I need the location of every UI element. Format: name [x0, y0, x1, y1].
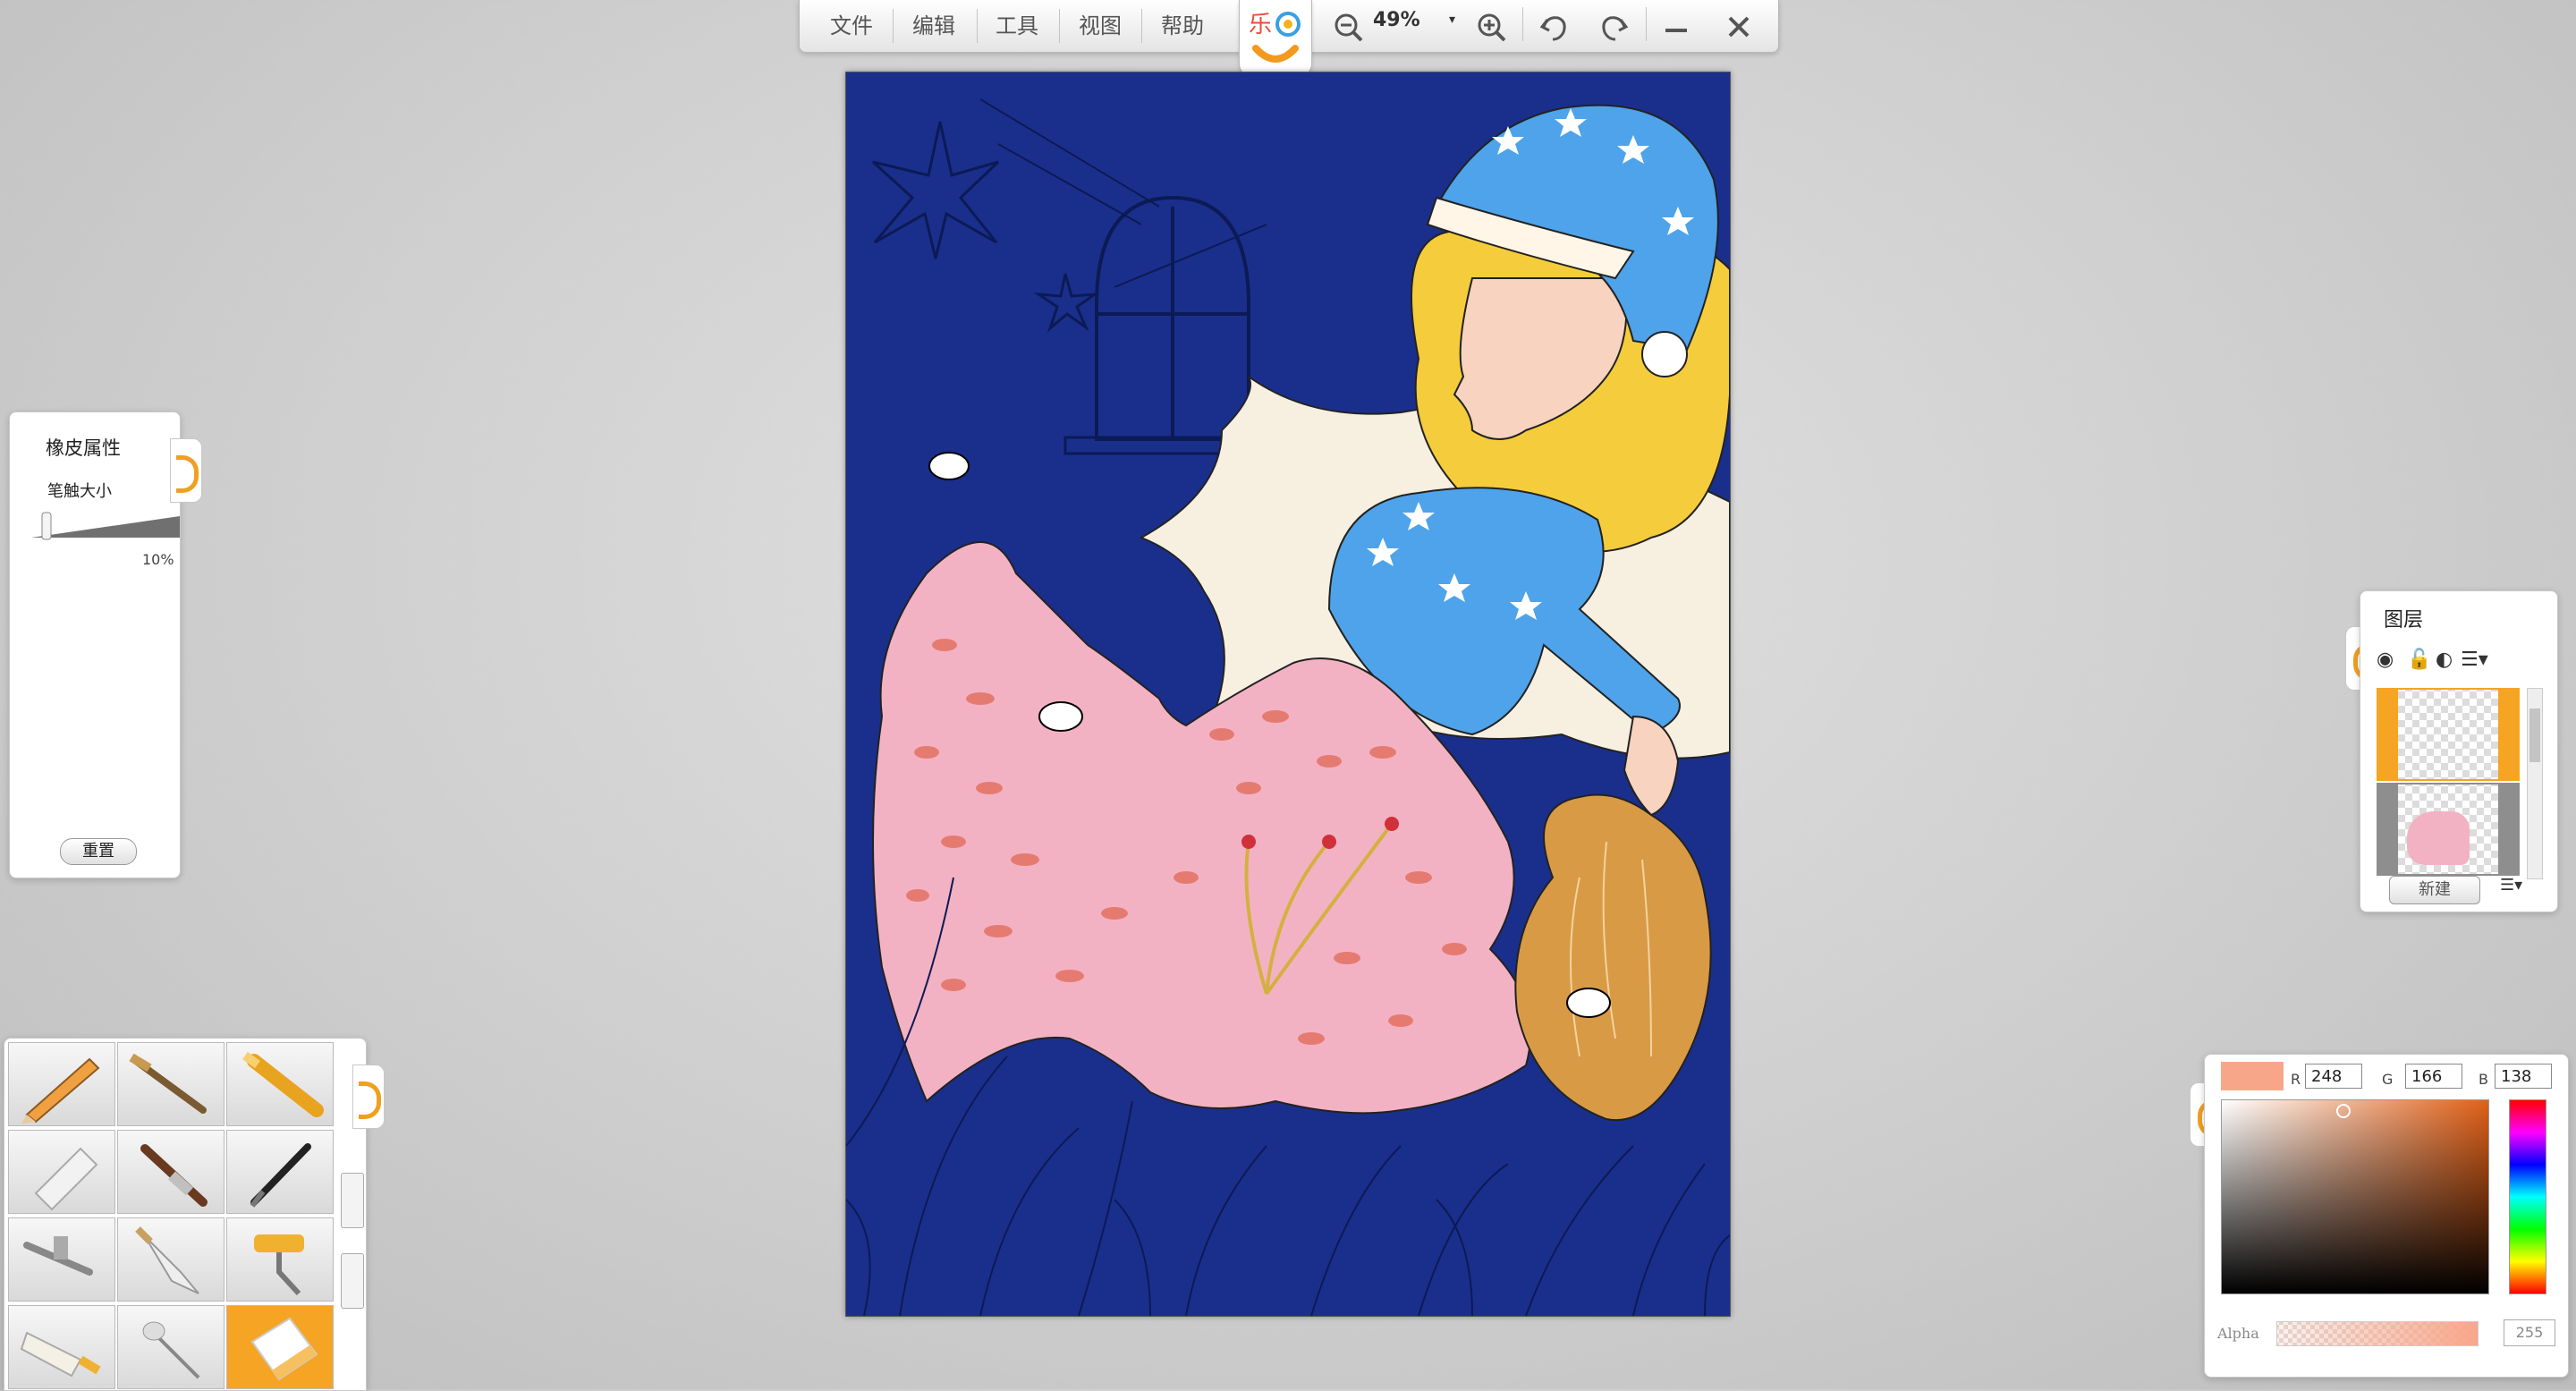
menu-separator	[977, 9, 978, 43]
app-logo[interactable]: 乐	[1239, 0, 1312, 78]
eraser-block-tool[interactable]	[8, 1130, 115, 1214]
layers-title: 图层	[2384, 609, 2424, 632]
menu-separator	[1059, 9, 1060, 43]
new-layer-button[interactable]: 新建	[2389, 876, 2480, 904]
eraser-icon	[250, 1317, 318, 1381]
undo-icon[interactable]	[1537, 9, 1572, 45]
toolbar-separator	[1522, 7, 1523, 41]
palette-knife-tool[interactable]	[117, 1217, 225, 1302]
texture-preview-icon[interactable]	[341, 1253, 364, 1309]
toggle-icon	[176, 455, 199, 493]
layers-panel: 图层 ◉ 🔓 ◐ ☰▾ 新建 ☰▾	[2360, 590, 2558, 912]
fan-brush-icon	[140, 1144, 208, 1207]
minimize-icon[interactable]	[1658, 9, 1694, 45]
paint-tube-icon	[20, 1331, 101, 1378]
paint-roller-tool[interactable]	[226, 1217, 334, 1302]
paint-roller-icon	[254, 1234, 304, 1296]
eraser-block-icon	[34, 1147, 98, 1211]
toggle-icon	[359, 1081, 381, 1119]
eye-icon[interactable]: ◉	[2377, 649, 2394, 671]
hue-slider[interactable]	[2509, 1099, 2546, 1294]
menu-separator	[893, 9, 894, 43]
zoom-level[interactable]: 49%	[1373, 9, 1420, 31]
tool-palette-toggle[interactable]	[352, 1064, 385, 1129]
logo-icon: 乐	[1249, 12, 1301, 63]
redo-icon[interactable]	[1596, 9, 1631, 45]
menu-help[interactable]: 帮助	[1147, 11, 1218, 41]
zoom-in-icon[interactable]	[1474, 9, 1510, 45]
palette-knife-icon	[135, 1226, 199, 1294]
layers-scrollbar[interactable]	[2527, 688, 2543, 879]
r-label: R	[2291, 1071, 2301, 1088]
contrast-icon[interactable]: ◐	[2436, 649, 2453, 671]
color-gradient-picker[interactable]	[2221, 1099, 2489, 1294]
tool-palette	[4, 1038, 367, 1391]
b-label: B	[2479, 1071, 2488, 1088]
layer-menu-icon[interactable]: ☰▾	[2461, 649, 2488, 671]
layer-item[interactable]	[2377, 783, 2520, 876]
alpha-value[interactable]: 255	[2504, 1319, 2555, 1346]
zoom-out-icon[interactable]	[1331, 9, 1367, 45]
dropper-tool[interactable]	[117, 1305, 225, 1389]
color-picker-cursor[interactable]	[2336, 1104, 2351, 1118]
eraser-panel-toggle[interactable]	[170, 438, 202, 503]
layer-item[interactable]	[2377, 688, 2520, 781]
artwork	[846, 98, 1730, 1316]
slider-thumb	[41, 512, 52, 540]
menu-separator	[1141, 9, 1142, 43]
menu-tools[interactable]: 工具	[981, 11, 1053, 41]
b-input[interactable]: 138	[2495, 1064, 2552, 1089]
ink-brush-tool[interactable]	[226, 1130, 334, 1214]
brush-size-label: 笔触大小	[47, 482, 112, 501]
alpha-label: Alpha	[2217, 1325, 2259, 1342]
ink-brush-icon	[250, 1143, 311, 1208]
fan-brush-tool[interactable]	[117, 1130, 225, 1214]
g-input[interactable]: 166	[2405, 1064, 2462, 1089]
alpha-slider[interactable]	[2276, 1321, 2479, 1346]
zoom-dropdown-icon[interactable]: ▾	[1449, 13, 1455, 27]
current-color-swatch	[2221, 1062, 2284, 1090]
brush-size-slider[interactable]	[31, 511, 180, 541]
toolbar-separator	[1646, 7, 1647, 41]
scrollbar-thumb[interactable]	[2529, 708, 2540, 762]
panel-title: 橡皮属性	[46, 437, 121, 459]
lock-icon[interactable]: 🔓	[2407, 649, 2431, 671]
flat-brush-icon	[129, 1053, 207, 1114]
pencil-icon	[21, 1057, 100, 1124]
marker-icon	[242, 1051, 324, 1117]
dropper-icon	[142, 1321, 200, 1379]
brush-preview-icon[interactable]	[341, 1173, 364, 1228]
paint-tube-tool[interactable]	[8, 1305, 115, 1389]
svg-text:乐: 乐	[1249, 12, 1272, 38]
drawing-canvas[interactable]	[845, 72, 1731, 1317]
pencil-tool[interactable]	[8, 1042, 115, 1126]
eraser-properties-panel: 橡皮属性 笔触大小 10% 重置	[9, 411, 181, 878]
g-label: G	[2382, 1071, 2394, 1088]
menu-view[interactable]: 视图	[1064, 11, 1136, 41]
color-panel: R 248 G 166 B 138 Alpha 255	[2204, 1054, 2569, 1378]
layer-thumbnail	[2398, 690, 2498, 779]
airbrush-tool[interactable]	[8, 1217, 115, 1302]
r-input[interactable]: 248	[2305, 1064, 2362, 1089]
brush-size-value: 10%	[142, 551, 174, 568]
menu-edit[interactable]: 编辑	[898, 11, 970, 41]
menu-file[interactable]: 文件	[816, 11, 887, 41]
layer-options-icon[interactable]: ☰▾	[2500, 876, 2522, 895]
eraser-tool[interactable]	[226, 1305, 334, 1389]
airbrush-icon	[23, 1236, 93, 1276]
layer-thumbnail	[2398, 785, 2498, 874]
flat-brush-tool[interactable]	[117, 1042, 225, 1126]
close-icon[interactable]	[1721, 9, 1757, 45]
reset-button[interactable]: 重置	[60, 838, 137, 865]
marker-tool[interactable]	[226, 1042, 334, 1126]
